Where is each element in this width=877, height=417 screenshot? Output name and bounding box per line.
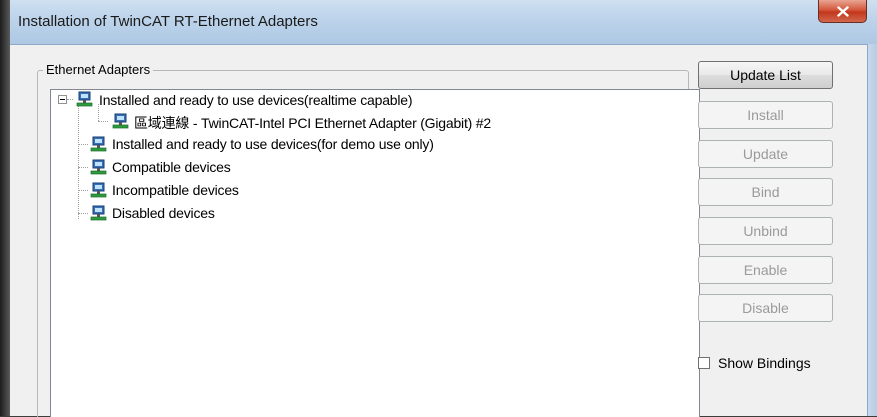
enable-button[interactable]: Enable [698, 256, 833, 284]
network-adapter-icon [90, 182, 107, 198]
tree-node-label: Installed and ready to use devices(realt… [99, 92, 413, 108]
tree-node-label: 區域連線 - TwinCAT-Intel PCI Ethernet Adapte… [134, 115, 491, 131]
show-bindings-checkbox[interactable] [698, 357, 710, 369]
network-adapter-icon [76, 91, 93, 107]
update-list-button[interactable]: Update List [698, 61, 833, 89]
tree-node-label: Compatible devices [112, 159, 231, 175]
title-bar[interactable]: Installation of TwinCAT RT-Ethernet Adap… [10, 0, 877, 45]
window-title: Installation of TwinCAT RT-Ethernet Adap… [18, 13, 318, 30]
show-bindings-label: Show Bindings [718, 355, 811, 371]
tree-node-disabled[interactable]: Disabled devices [51, 203, 691, 223]
background-edge [0, 0, 10, 416]
tree-node-realtime-capable[interactable]: Installed and ready to use devices(realt… [51, 90, 691, 110]
tree-node-label: Installed and ready to use devices(for d… [112, 136, 434, 152]
bind-button[interactable]: Bind [698, 178, 833, 206]
update-button[interactable]: Update [698, 140, 833, 168]
group-label: Ethernet Adapters [43, 62, 154, 77]
tree-node-incompatible[interactable]: Incompatible devices [51, 180, 691, 200]
tree-node-demo-use[interactable]: Installed and ready to use devices(for d… [51, 134, 691, 154]
collapse-toggle[interactable] [58, 95, 67, 104]
close-icon [836, 5, 849, 17]
network-adapter-icon [90, 136, 107, 152]
tree-node-label: Incompatible devices [112, 182, 239, 198]
unbind-button[interactable]: Unbind [698, 217, 833, 245]
network-adapter-icon [112, 113, 129, 129]
tree-node-compatible[interactable]: Compatible devices [51, 157, 691, 177]
network-adapter-icon [90, 159, 107, 175]
window-frame-right [867, 44, 877, 416]
tree-connector [67, 99, 73, 100]
install-button[interactable]: Install [698, 101, 833, 129]
adapter-tree-view[interactable]: Installed and ready to use devices(realt… [50, 89, 700, 417]
dialog-client-area: Ethernet Adapters Installed and ready to… [10, 45, 867, 417]
tree-node-adapter[interactable]: 區域連線 - TwinCAT-Intel PCI Ethernet Adapte… [51, 111, 691, 131]
tree-node-label: Disabled devices [112, 205, 215, 221]
dialog-window: Installation of TwinCAT RT-Ethernet Adap… [10, 0, 877, 417]
network-adapter-icon [90, 205, 107, 221]
close-button[interactable] [818, 0, 867, 23]
disable-button[interactable]: Disable [698, 294, 833, 322]
